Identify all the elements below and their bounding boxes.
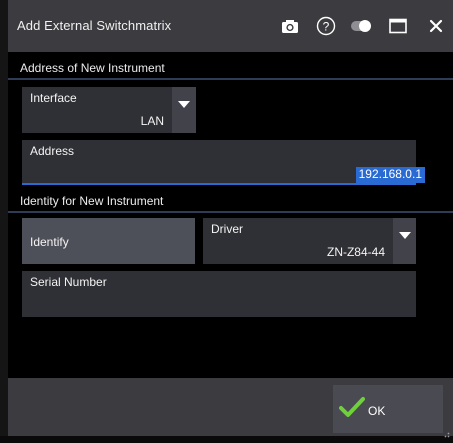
checkmark-icon [339,396,365,423]
close-icon[interactable] [424,14,448,38]
background-strip [0,0,8,436]
serial-number-label: Serial Number [30,275,107,289]
address-section-header: Address of New Instrument [8,58,453,80]
help-icon[interactable]: ? [314,14,338,38]
dialog-title: Add External Switchmatrix [17,18,172,33]
ok-button[interactable]: OK [333,385,443,433]
resize-grip-icon[interactable] [442,425,450,438]
svg-text:?: ? [323,20,330,34]
interface-dropdown-arrow[interactable] [172,87,196,133]
toggle-icon[interactable] [349,14,373,38]
interface-label: Interface [30,91,77,105]
address-focus-underline [22,183,416,185]
driver-dropdown[interactable]: Driver ZN-Z84-44 [203,218,393,264]
driver-value: ZN-Z84-44 [326,245,385,259]
ok-button-label: OK [368,404,386,418]
driver-label: Driver [211,222,243,236]
interface-value: LAN [140,114,164,128]
serial-number-field[interactable]: Serial Number [22,271,416,317]
interface-dropdown[interactable]: Interface LAN [22,87,172,133]
identity-section-header: Identity for New Instrument [8,191,453,213]
address-section-title: Address of New Instrument [20,61,165,75]
add-external-switchmatrix-dialog: Add External Switchmatrix ? Address of N… [8,0,453,438]
address-label: Address [30,144,75,158]
maximize-icon[interactable] [386,14,410,38]
identity-section-title: Identity for New Instrument [20,194,164,208]
chevron-down-icon [398,232,411,239]
chevron-down-icon [178,101,190,108]
identify-button[interactable]: Identify [22,218,195,264]
address-input[interactable]: 192.168.0.1 [355,167,425,183]
identify-button-label: Identify [30,235,69,249]
camera-icon[interactable] [278,14,302,38]
driver-dropdown-arrow[interactable] [393,218,416,264]
title-bar: Add External Switchmatrix ? [8,0,453,52]
